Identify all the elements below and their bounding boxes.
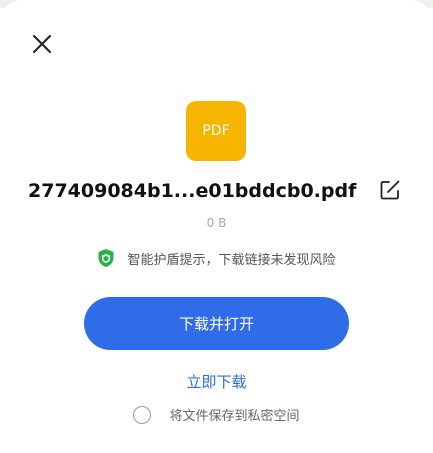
pdf-file-icon: PDF	[186, 101, 246, 161]
private-space-radio[interactable]	[133, 405, 152, 424]
file-type-label: PDF	[202, 123, 230, 139]
rename-button[interactable]	[378, 178, 402, 202]
file-name: 277409084b1...e01bddcb0.pdf	[28, 180, 357, 202]
safety-notice: 智能护盾提示，下载链接未发现风险	[0, 248, 433, 268]
private-space-label: 将文件保存到私密空间	[169, 409, 300, 424]
close-icon	[33, 35, 51, 53]
close-button[interactable]	[28, 30, 56, 58]
download-now-link[interactable]: 立即下载	[0, 371, 433, 392]
private-space-option[interactable]: 将文件保存到私密空间	[0, 405, 433, 424]
download-and-open-button[interactable]: 下载并打开	[84, 297, 349, 350]
file-size: 0 B	[206, 216, 227, 230]
safety-notice-text: 智能护盾提示，下载链接未发现风险	[127, 252, 336, 268]
edit-icon	[380, 180, 400, 200]
shield-icon	[98, 249, 114, 267]
download-dialog: PDF 277409084b1...e01bddcb0.pdf 0 B 智能护盾…	[0, 0, 433, 453]
